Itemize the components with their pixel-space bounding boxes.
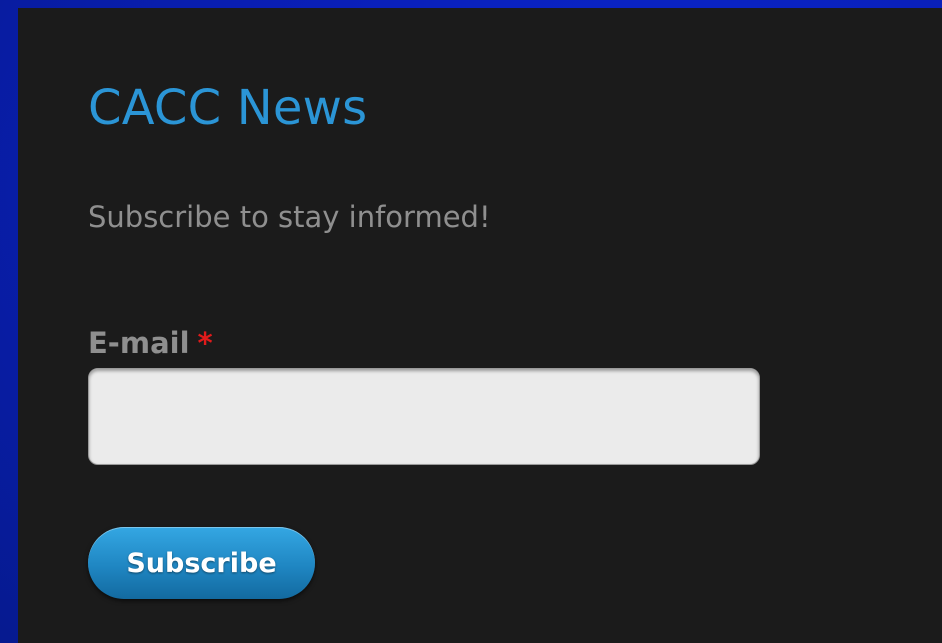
required-marker: * [197,326,213,360]
email-field[interactable] [88,368,760,465]
newsletter-panel: CACC News Subscribe to stay informed! E-… [18,8,942,643]
block-subtitle: Subscribe to stay informed! [88,200,491,234]
email-label-text: E-mail [88,326,190,360]
block-title: CACC News [88,80,368,136]
email-label: E-mail * [88,326,213,360]
subscribe-button[interactable]: Subscribe [88,527,315,599]
